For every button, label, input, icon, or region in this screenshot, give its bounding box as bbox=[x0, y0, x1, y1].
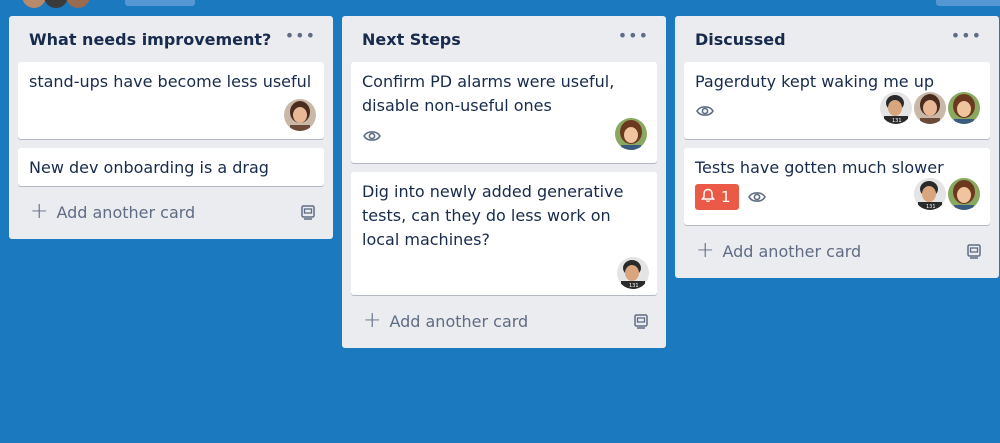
add-card-row: + Add another card bbox=[684, 234, 990, 268]
list-header: What needs improvement? ••• bbox=[18, 16, 324, 62]
avatar[interactable] bbox=[948, 92, 980, 124]
card-members: 131 bbox=[617, 257, 649, 289]
plus-icon: + bbox=[30, 199, 49, 224]
list-title[interactable]: Next Steps bbox=[362, 30, 461, 49]
list-next-steps: Next Steps ••• Confirm PD alarms were us… bbox=[342, 16, 666, 348]
add-card-row: + Add another card bbox=[351, 304, 657, 338]
card-footer bbox=[362, 118, 647, 150]
card-badges bbox=[695, 101, 715, 121]
add-card-label: Add another card bbox=[722, 241, 862, 261]
eye-icon bbox=[695, 101, 715, 121]
avatar[interactable]: 131 bbox=[617, 257, 649, 289]
card-members bbox=[284, 99, 316, 131]
list-header: Discussed ••• bbox=[684, 16, 990, 62]
add-card-label: Add another card bbox=[389, 311, 529, 331]
add-card-label: Add another card bbox=[56, 202, 196, 222]
card-badges bbox=[362, 126, 382, 146]
ellipsis-icon[interactable]: ••• bbox=[618, 28, 649, 44]
card[interactable]: New dev onboarding is a drag bbox=[18, 148, 324, 186]
card-badges: 1 bbox=[695, 184, 767, 210]
ellipsis-icon[interactable]: ••• bbox=[285, 28, 316, 44]
list-title[interactable]: Discussed bbox=[695, 30, 786, 49]
card-members bbox=[615, 118, 647, 150]
card-template-icon[interactable] bbox=[300, 204, 316, 220]
ellipsis-icon[interactable]: ••• bbox=[951, 28, 982, 44]
card-footer: 1 131 bbox=[695, 178, 980, 210]
svg-text:131: 131 bbox=[629, 283, 639, 289]
avatar[interactable]: 131 bbox=[914, 178, 946, 210]
card[interactable]: Tests have gotten much slower 1 131 bbox=[684, 148, 990, 225]
list-header: Next Steps ••• bbox=[351, 16, 657, 62]
card-members: 131 bbox=[880, 92, 980, 124]
add-card-button[interactable]: + Add another card bbox=[363, 310, 528, 332]
avatar[interactable] bbox=[615, 118, 647, 150]
card-title: Dig into newly added generative tests, c… bbox=[362, 182, 624, 249]
card-title: Pagerduty kept waking me up bbox=[695, 72, 935, 91]
avatar[interactable] bbox=[914, 92, 946, 124]
plus-icon: + bbox=[696, 238, 715, 263]
add-card-button[interactable]: + Add another card bbox=[30, 201, 195, 223]
list-title[interactable]: What needs improvement? bbox=[29, 30, 271, 49]
card-template-icon[interactable] bbox=[633, 313, 649, 329]
card-members: 131 bbox=[914, 178, 980, 210]
avatar[interactable] bbox=[948, 178, 980, 210]
avatar[interactable]: 131 bbox=[880, 92, 912, 124]
card-template-icon[interactable] bbox=[966, 243, 982, 259]
svg-text:131: 131 bbox=[892, 118, 902, 124]
avatar[interactable] bbox=[284, 99, 316, 131]
avatar[interactable] bbox=[44, 0, 68, 8]
card-title: Tests have gotten much slower bbox=[695, 158, 944, 177]
card-title: stand-ups have become less useful bbox=[29, 72, 312, 91]
add-card-row: + Add another card bbox=[18, 195, 324, 229]
board-members bbox=[22, 0, 90, 8]
avatar[interactable] bbox=[66, 0, 90, 8]
list-what-needs-improvement: What needs improvement? ••• stand-ups ha… bbox=[9, 16, 333, 239]
notification-count: 1 bbox=[721, 188, 731, 206]
header-button-right[interactable] bbox=[936, 0, 1000, 6]
svg-text:131: 131 bbox=[926, 204, 936, 210]
avatar[interactable] bbox=[22, 0, 46, 8]
notification-badge[interactable]: 1 bbox=[695, 184, 739, 210]
header-button[interactable] bbox=[125, 0, 195, 6]
bell-icon bbox=[701, 188, 715, 207]
add-card-button[interactable]: + Add another card bbox=[696, 240, 861, 262]
list-discussed: Discussed ••• Pagerduty kept waking me u… bbox=[675, 16, 999, 278]
card-footer: 131 bbox=[695, 92, 980, 124]
card[interactable]: stand-ups have become less useful bbox=[18, 62, 324, 139]
plus-icon: + bbox=[363, 308, 382, 333]
card[interactable]: Pagerduty kept waking me up 131 bbox=[684, 62, 990, 139]
eye-icon bbox=[747, 187, 767, 207]
eye-icon bbox=[362, 126, 382, 146]
card-title: New dev onboarding is a drag bbox=[29, 158, 269, 177]
card-title: Confirm PD alarms were useful, disable n… bbox=[362, 72, 615, 115]
card[interactable]: Confirm PD alarms were useful, disable n… bbox=[351, 62, 657, 163]
card[interactable]: Dig into newly added generative tests, c… bbox=[351, 172, 657, 295]
